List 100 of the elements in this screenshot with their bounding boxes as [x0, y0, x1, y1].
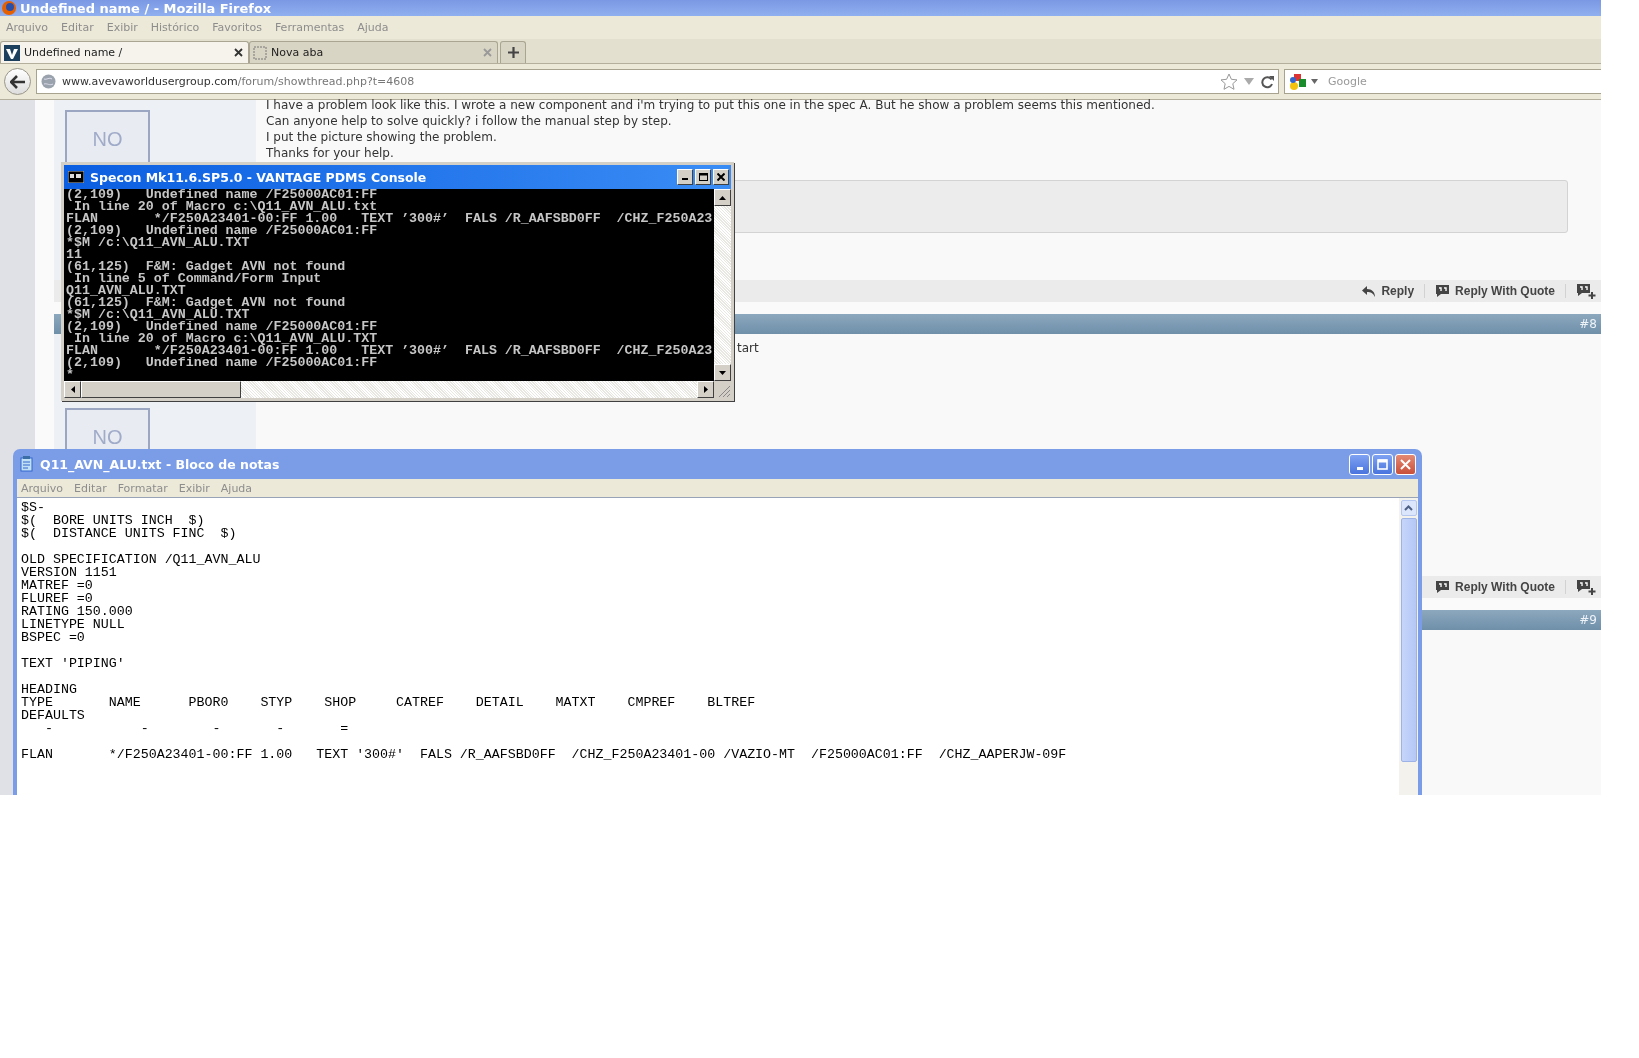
speech-bubble-icon	[1435, 284, 1451, 298]
reload-icon[interactable]	[1260, 74, 1274, 89]
post-number[interactable]: #9	[1579, 613, 1597, 627]
arrow-down-icon	[719, 370, 726, 375]
console-line: (61,125) F&M: Gadget AVN not found	[66, 261, 347, 273]
text-line: RATING 150.000	[21, 605, 134, 618]
notepad-icon	[20, 456, 34, 472]
menu-item[interactable]: Editar	[74, 481, 107, 495]
text-line: VERSION 1151	[21, 566, 118, 579]
site-icon	[4, 44, 20, 61]
text-line: TEXT 'PIPING'	[21, 657, 126, 670]
new-tab-button[interactable]	[500, 41, 526, 63]
console-line: 11	[66, 249, 82, 261]
minimize-button[interactable]	[677, 169, 693, 185]
reply-with-quote-link[interactable]: Reply With Quote	[1435, 284, 1555, 298]
console-line: *$M /c:\Q11_AVN_ALU.TXT	[66, 309, 251, 321]
text-line: TYPE NAME PBOR0 STYP SHOP CATREF DETAIL MATXT CMPREF BLTREF	[21, 696, 757, 709]
menu-item[interactable]: Exibir	[106, 21, 138, 34]
scroll-right-button[interactable]	[697, 381, 714, 398]
post-text: Can anyone help to solve quickly? i follow the manual step by step.	[266, 113, 673, 129]
minimize-icon	[1356, 466, 1363, 470]
maximize-icon	[698, 173, 708, 181]
close-icon	[1400, 458, 1411, 470]
page-icon	[253, 45, 267, 60]
menu-item[interactable]: Histórico	[150, 21, 200, 34]
firefox-icon	[2, 1, 16, 15]
arrow-right-icon	[703, 386, 708, 393]
console-line: In line 20 of Macro c:\Q11_AVN_ALU.txt	[73, 201, 378, 213]
maximize-icon	[1377, 458, 1388, 470]
close-button[interactable]	[713, 169, 729, 185]
text-line: HEADING	[21, 683, 78, 696]
console-line: (2,109) Undefined name /F25000AC01:FF	[66, 189, 379, 201]
post-text: I have a problem look like this. I wrote a new component and i'm trying to put this one in the spec A. But he show a problem seems this mentioned.	[266, 97, 1156, 113]
console-line: (2,109) Undefined name /F25000AC01:FF	[66, 321, 379, 333]
text-line: BSPEC =0	[21, 631, 86, 644]
vertical-scrollbar[interactable]	[714, 189, 731, 381]
speech-bubble-plus-icon[interactable]	[1576, 283, 1596, 299]
close-icon	[717, 173, 725, 181]
text-line: OLD SPECIFICATION /Q11_AVN_ALU	[21, 553, 262, 566]
avatar-label: NO	[92, 128, 123, 150]
back-button[interactable]	[4, 68, 31, 95]
console-line: FLAN */F250A23401-00:FF 1.00 TEXT ’300#’ FALS /R_AAFSBD0FF /CHZ_F250A23	[66, 213, 714, 225]
scroll-left-button[interactable]	[64, 381, 81, 398]
scroll-down-button[interactable]	[714, 364, 731, 381]
menu-item[interactable]: Ajuda	[220, 481, 253, 495]
star-icon[interactable]	[1220, 73, 1238, 90]
vertical-scrollbar[interactable]	[1399, 498, 1418, 795]
menu-item[interactable]: Formatar	[117, 481, 168, 495]
window-title: Undefined name / - Mozilla Firefox	[20, 0, 272, 16]
search-bar[interactable]: Google	[1284, 69, 1601, 94]
text-line: - - - - =	[43, 722, 350, 735]
menu-item[interactable]: Arquivo	[21, 481, 64, 495]
plus-icon	[507, 47, 519, 58]
tab[interactable]: Undefined name /	[0, 41, 249, 63]
close-icon[interactable]	[234, 48, 243, 57]
speech-bubble-plus-icon[interactable]	[1576, 579, 1596, 595]
minimize-icon	[682, 178, 688, 180]
horizontal-scrollbar[interactable]	[81, 381, 697, 398]
post-number[interactable]: #8	[1579, 317, 1597, 331]
caret-icon	[1311, 79, 1318, 84]
console-line: Q11_AVN_ALU.TXT	[66, 285, 186, 297]
back-arrow-icon	[9, 74, 26, 89]
scroll-thumb[interactable]	[1400, 518, 1417, 762]
text-line: FLAN */F250A23401-00:FF 1.00 TEXT '300#' FALS /R_AAFSBD0FF /CHZ_F250A23401-00 /VAZIO-MT /F25000AC01:FF /CHZ_AAPERJW-09F	[21, 748, 1068, 761]
globe-icon	[41, 74, 56, 89]
text-line: DEFAULTS	[21, 709, 86, 722]
search-field[interactable]: Google	[1322, 75, 1528, 88]
terminal-icon	[68, 171, 84, 183]
text-line: $S-	[21, 501, 46, 514]
post-text: tart	[737, 340, 760, 356]
window-title: Specon Mk11.6.SP5.0 - VANTAGE PDMS Console	[90, 169, 428, 185]
address-field[interactable]: www.avevaworldusergroup.com/forum/showthread.php?t=4608	[36, 69, 1279, 94]
post-text: Thanks for your help.	[266, 145, 395, 161]
avatar-label: NO	[92, 426, 123, 448]
menu-item[interactable]: Favoritos	[212, 21, 262, 34]
chevron-up-icon	[1404, 505, 1413, 511]
post-text: I put the picture showing the problem.	[266, 129, 498, 145]
console-line: *$M /c:\Q11_AVN_ALU.TXT	[66, 237, 251, 249]
menu-item[interactable]: Editar	[61, 21, 94, 34]
maximize-button[interactable]	[695, 169, 711, 185]
url-text: www.avevaworldusergroup.com/forum/showthread.php?t=4608	[62, 75, 416, 88]
reply-with-quote-link[interactable]: Reply With Quote	[1435, 580, 1555, 594]
arrow-left-icon	[70, 386, 75, 393]
search-engine-icon	[1289, 72, 1307, 91]
menu-item[interactable]: Exibir	[178, 481, 210, 495]
reply-link[interactable]: Reply	[1361, 284, 1415, 298]
console-line: *	[66, 369, 74, 381]
tab[interactable]: Nova aba	[249, 41, 498, 63]
window-title: Q11_AVN_ALU.txt - Bloco de notas	[40, 456, 281, 472]
console-line: In line 20 of Macro c:\Q11_AVN_ALU.TXT	[73, 333, 378, 345]
menu-item[interactable]: Arquivo	[6, 21, 49, 34]
reply-arrow-icon	[1361, 284, 1377, 298]
console-line: In line 5 of Command/Form Input	[73, 273, 323, 285]
menu-item[interactable]: Ferramentas	[274, 21, 345, 34]
text-line: $( DISTANCE UNITS FINC $)	[21, 527, 238, 540]
console-line: (2,109) Undefined name /F25000AC01:FF	[66, 225, 379, 237]
text-line: $( BORE UNITS INCH $)	[21, 514, 206, 527]
speech-bubble-icon	[1435, 580, 1451, 594]
menu-item[interactable]: Ajuda	[357, 21, 389, 34]
console-line: FLAN */F250A23401-00:FF 1.00 TEXT ’300#’ FALS /R_AAFSBD0FF /CHZ_F250A23	[66, 345, 714, 357]
